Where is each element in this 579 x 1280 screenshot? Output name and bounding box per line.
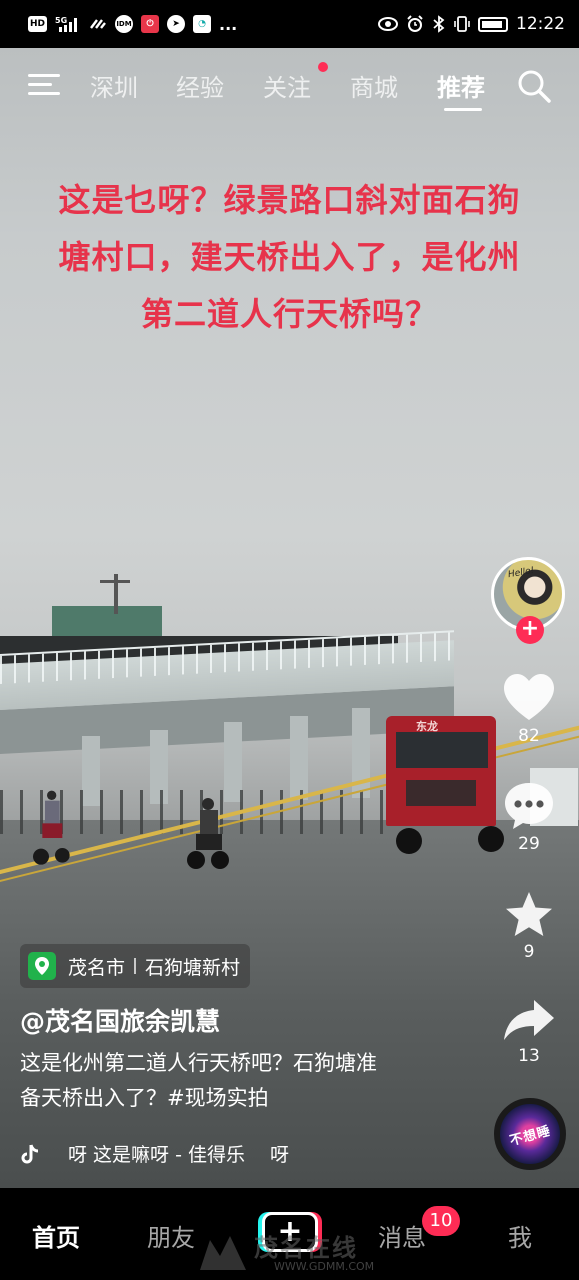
share-arrow-icon [504, 1000, 554, 1040]
music-disc[interactable]: 不想睡 [494, 1098, 566, 1170]
app-icon-red: ⏻ [141, 15, 160, 33]
location-place: 石狗塘新村 [145, 956, 241, 979]
motorcycle-rider [187, 798, 229, 869]
truck-grille [406, 780, 476, 806]
following-notification-dot [318, 62, 328, 72]
video-caption-overlay: 这是乜呀？绿景路口斜对面石狗 塘村口，建天桥出入了，是化州 第二道人行天桥吗？ [0, 172, 579, 343]
share-button[interactable]: 13 [499, 996, 559, 1066]
vibrate-icon [454, 16, 470, 32]
tab-mall[interactable]: 商城 [350, 68, 398, 103]
signal-icon: 5G [55, 16, 78, 32]
status-bar: HD 5G IDM ⏻ ➤ ◔ ... 12:22 [0, 0, 579, 48]
favorite-button[interactable]: 9 [499, 890, 559, 962]
more-notifications-icon: ... [219, 14, 238, 34]
hd-icon: HD [28, 16, 48, 32]
caption-line: 塘村口，建天桥出入了，是化州 [58, 238, 521, 276]
description-line: 备天桥出入了？#现场实拍 [20, 1086, 269, 1110]
location-tag[interactable]: 茂名市 石狗塘新村 [20, 944, 251, 988]
like-button[interactable]: 82 [499, 672, 559, 746]
avatar-text: Hello! [507, 565, 536, 581]
tiktok-note-icon [21, 1144, 39, 1163]
watermark-text: 茂名在线 [254, 1234, 358, 1262]
bottom-navigation: 首页 朋友 + 消息 10 我 茂名在线 WWW.GDMM.COM [0, 1188, 579, 1280]
video-description: 这是化州第二道人行天桥吧？石狗塘准 备天桥出入了？#现场实拍 [20, 1046, 460, 1116]
eye-icon [378, 17, 398, 31]
caption-line: 第二道人行天桥吗？ [140, 295, 438, 333]
crane-arm [100, 580, 130, 583]
motorcycle-rider [33, 790, 70, 865]
comment-icon [505, 783, 553, 829]
comment-button[interactable]: 29 [499, 780, 559, 854]
follow-button[interactable]: + [516, 616, 544, 644]
nav-me[interactable]: 我 [508, 1218, 532, 1253]
heart-icon [504, 674, 554, 720]
like-count: 82 [518, 726, 540, 746]
truck-window [396, 732, 488, 768]
author-username[interactable]: @茂名国旅余凯慧 [20, 1002, 220, 1038]
bluetooth-icon [433, 15, 445, 33]
tab-following[interactable]: 关注 [263, 68, 311, 103]
location-pin-icon [28, 952, 56, 980]
location-city: 茂名市 [68, 956, 126, 979]
nav-home[interactable]: 首页 [32, 1218, 80, 1253]
music-info[interactable]: 呀 这是嘛呀 - 佳得乐 呀 [20, 1140, 289, 1167]
menu-icon[interactable] [28, 72, 60, 98]
share-count: 13 [518, 1046, 540, 1066]
search-icon[interactable] [516, 68, 552, 104]
favorite-count: 9 [523, 942, 535, 962]
music-title: 呀 这是嘛呀 - 佳得乐 呀 [68, 1144, 290, 1166]
app-icon-white: ➤ [167, 15, 186, 33]
battery-icon [478, 16, 508, 32]
tab-shenzhen[interactable]: 深圳 [90, 68, 138, 103]
tab-recommend[interactable]: 推荐 [437, 68, 485, 103]
messages-badge: 10 [422, 1206, 460, 1236]
status-time: 12:22 [516, 14, 565, 34]
caption-line: 这是乜呀？绿景路口斜对面石狗 [58, 181, 521, 219]
nav-friends[interactable]: 朋友 [147, 1218, 195, 1253]
bridge-pillar [290, 716, 308, 800]
location-separator [134, 958, 137, 974]
tab-experience[interactable]: 经验 [176, 68, 224, 103]
comment-count: 29 [518, 834, 540, 854]
active-tab-indicator [444, 108, 482, 111]
alarm-icon [407, 15, 423, 32]
chat-bubble-icon: ◔ [193, 15, 212, 33]
star-icon [506, 892, 552, 936]
disc-text: 不想睡 [508, 1123, 553, 1149]
svg-text:5G: 5G [55, 16, 67, 25]
description-line: 这是化州第二道人行天桥吧？石狗塘准 [20, 1051, 377, 1075]
link-icon [90, 19, 106, 29]
site-watermark: 茂名在线 WWW.GDMM.COM [198, 1226, 398, 1278]
watermark-logo [200, 1236, 246, 1270]
top-navigation: 深圳 经验 关注 商城 推荐 [0, 56, 579, 116]
watermark-url: WWW.GDMM.COM [274, 1260, 375, 1273]
truck-wheel [396, 828, 422, 854]
idm-icon: IDM [115, 15, 134, 33]
